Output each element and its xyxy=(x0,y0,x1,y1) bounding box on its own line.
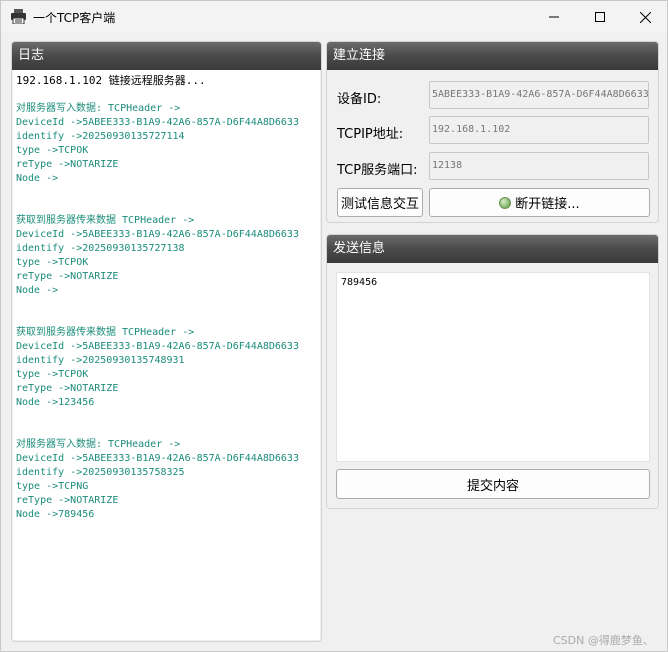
ip-address-label: TCPIP地址: xyxy=(337,127,404,142)
log-panel: 日志 192.168.1.102 链接远程服务器... 对服务器写入数据: TCP… xyxy=(11,41,322,642)
log-line: 对服务器写入数据: TCPHeader -> xyxy=(16,439,181,450)
log-line: 获取到服务器传来数据 TCPHeader -> xyxy=(16,327,195,338)
app-icon xyxy=(11,9,26,24)
log-line: type ->TCPOK xyxy=(16,369,89,380)
log-line: Node -> xyxy=(16,173,59,184)
log-line: identify ->20250930135748931 xyxy=(16,355,185,366)
log-line: DeviceId ->5ABEE333-B1A9-42A6-857A-D6F44… xyxy=(16,341,299,352)
log-line: reType ->NOTARIZE xyxy=(16,271,119,282)
log-output[interactable]: 192.168.1.102 链接远程服务器... 对服务器写入数据: TCPHea… xyxy=(13,70,320,640)
port-label: TCP服务端口: xyxy=(337,163,418,178)
send-panel-header: 发送信息 xyxy=(327,235,658,263)
connection-panel: 建立连接 设备ID: 5ABEE333-B1A9-42A6-857A-D6F44… xyxy=(326,41,659,223)
window-title: 一个TCP客户端 xyxy=(33,11,116,25)
connection-panel-header: 建立连接 xyxy=(327,42,658,70)
submit-button[interactable]: 提交内容 xyxy=(336,469,650,499)
close-button[interactable] xyxy=(622,1,668,33)
log-line: type ->TCPOK xyxy=(16,257,89,268)
status-indicator-icon xyxy=(499,196,512,209)
app-window: 一个TCP客户端 日志 192.168.1.102 链接远程服务器... 对服务器… xyxy=(0,0,668,652)
log-line: DeviceId ->5ABEE333-B1A9-42A6-857A-D6F44… xyxy=(16,117,299,128)
submit-label: 提交内容 xyxy=(466,478,519,494)
log-line: identify ->20250930135727114 xyxy=(16,131,185,142)
send-panel: 发送信息 789456 提交内容 xyxy=(326,234,659,509)
log-line: type ->TCPOK xyxy=(16,145,89,156)
log-line: 对服务器写入数据: TCPHeader -> xyxy=(16,103,181,114)
log-line: identify ->20250930135727138 xyxy=(16,243,185,254)
disconnect-label: 断开链接... xyxy=(515,197,580,212)
log-line: reType ->NOTARIZE xyxy=(16,159,119,170)
log-line: 192.168.1.102 链接远程服务器... xyxy=(16,74,206,87)
maximize-icon xyxy=(595,12,605,22)
test-interaction-label: 测试信息交互 xyxy=(340,197,419,212)
close-icon xyxy=(639,11,651,23)
maximize-button[interactable] xyxy=(577,1,623,33)
device-id-field[interactable]: 5ABEE333-B1A9-42A6-857A-D6F44A8D6633 xyxy=(429,81,649,109)
log-line: DeviceId ->5ABEE333-B1A9-42A6-857A-D6F44… xyxy=(16,453,299,464)
disconnect-button[interactable]: 断开链接... xyxy=(429,188,650,217)
log-line: reType ->NOTARIZE xyxy=(16,383,119,394)
port-field[interactable]: 12138 xyxy=(429,152,649,180)
minimize-icon xyxy=(549,16,559,18)
watermark: CSDN @得鹿梦鱼、 xyxy=(553,634,654,647)
message-input[interactable]: 789456 xyxy=(336,272,650,462)
ip-address-field[interactable]: 192.168.1.102 xyxy=(429,116,649,144)
log-line: 获取到服务器传来数据 TCPHeader -> xyxy=(16,215,195,226)
log-line: Node ->123456 xyxy=(16,397,95,408)
test-interaction-button[interactable]: 测试信息交互 xyxy=(337,188,423,217)
log-line: Node -> xyxy=(16,285,59,296)
log-line: DeviceId ->5ABEE333-B1A9-42A6-857A-D6F44… xyxy=(16,229,299,240)
minimize-button[interactable] xyxy=(531,1,577,33)
log-line: Node ->789456 xyxy=(16,509,95,520)
title-bar[interactable]: 一个TCP客户端 xyxy=(1,1,667,33)
log-line: reType ->NOTARIZE xyxy=(16,495,119,506)
log-line: type ->TCPNG xyxy=(16,481,89,492)
log-line: identify ->20250930135758325 xyxy=(16,467,185,478)
log-panel-header: 日志 xyxy=(12,42,321,70)
device-id-label: 设备ID: xyxy=(337,92,382,107)
